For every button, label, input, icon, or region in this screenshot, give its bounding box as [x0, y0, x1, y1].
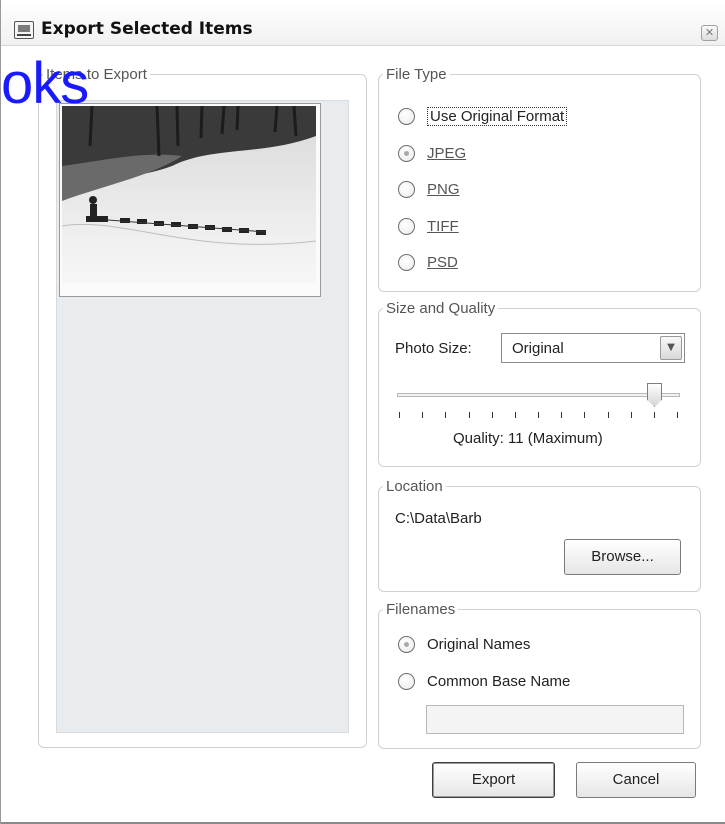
radio-tiff[interactable]: TIFF	[398, 214, 459, 238]
slider-tick	[515, 412, 516, 418]
sled-dog-photo	[62, 106, 316, 283]
slider-tick	[608, 412, 609, 418]
browse-button[interactable]: Browse...	[564, 539, 681, 575]
slider-tick	[631, 412, 632, 418]
radio-original-names[interactable]: Original Names	[398, 632, 530, 656]
radio-label: TIFF	[427, 217, 459, 235]
radio-label: JPEG	[427, 144, 467, 162]
photo-size-select[interactable]: Original ▼	[501, 333, 685, 363]
location-legend: Location	[386, 478, 443, 495]
export-dialog: Export Selected Items ✕ Items to Export	[0, 0, 725, 824]
radio-common-base-name[interactable]: Common Base Name	[398, 669, 570, 693]
radio-button[interactable]	[398, 144, 415, 162]
watermark-text: oks	[1, 51, 89, 116]
slider-tick	[561, 412, 562, 418]
slider-tick	[584, 412, 585, 418]
base-name-input[interactable]	[426, 705, 684, 734]
radio-button[interactable]	[398, 253, 415, 271]
title-bar: Export Selected Items ✕	[1, 0, 725, 46]
chevron-down-icon[interactable]: ▼	[660, 336, 682, 360]
dialog-title: Export Selected Items	[41, 19, 253, 39]
export-dialog-icon	[14, 21, 34, 39]
radio-button[interactable]	[398, 180, 415, 198]
radio-jpeg[interactable]: JPEG	[398, 141, 466, 165]
location-path: C:\Data\Barb	[395, 510, 482, 527]
quality-slider-track[interactable]	[397, 393, 680, 397]
export-button[interactable]: Export	[432, 762, 555, 798]
slider-tick	[399, 412, 400, 418]
radio-label: Original Names	[427, 635, 531, 653]
slider-tick	[654, 412, 655, 418]
slider-tick	[492, 412, 493, 418]
filenames-legend: Filenames	[386, 601, 456, 618]
radio-button[interactable]	[398, 107, 415, 125]
radio-psd[interactable]: PSD	[398, 250, 458, 274]
photo-size-label: Photo Size:	[395, 340, 472, 357]
slider-tick	[677, 412, 678, 418]
radio-button[interactable]	[398, 635, 415, 653]
slider-tick	[422, 412, 423, 418]
radio-label: Use Original Format	[427, 106, 568, 126]
close-icon[interactable]: ✕	[701, 25, 718, 41]
radio-png[interactable]: PNG	[398, 177, 460, 201]
slider-tick	[445, 412, 446, 418]
slider-tick	[538, 412, 539, 418]
radio-button[interactable]	[398, 672, 415, 690]
radio-button[interactable]	[398, 217, 415, 235]
size-and-quality-legend: Size and Quality	[386, 300, 496, 317]
photo-thumbnail[interactable]	[62, 106, 316, 283]
file-type-legend: File Type	[386, 66, 447, 83]
radio-label: PSD	[427, 253, 458, 271]
radio-use-original-format[interactable]: Use Original Format	[398, 104, 568, 128]
radio-label: PNG	[427, 180, 460, 198]
slider-tick	[469, 412, 470, 418]
photo-size-value: Original	[512, 340, 564, 357]
quality-label: Quality: 11 (Maximum)	[453, 430, 603, 447]
cancel-button[interactable]: Cancel	[576, 762, 696, 798]
radio-label: Common Base Name	[427, 672, 571, 690]
